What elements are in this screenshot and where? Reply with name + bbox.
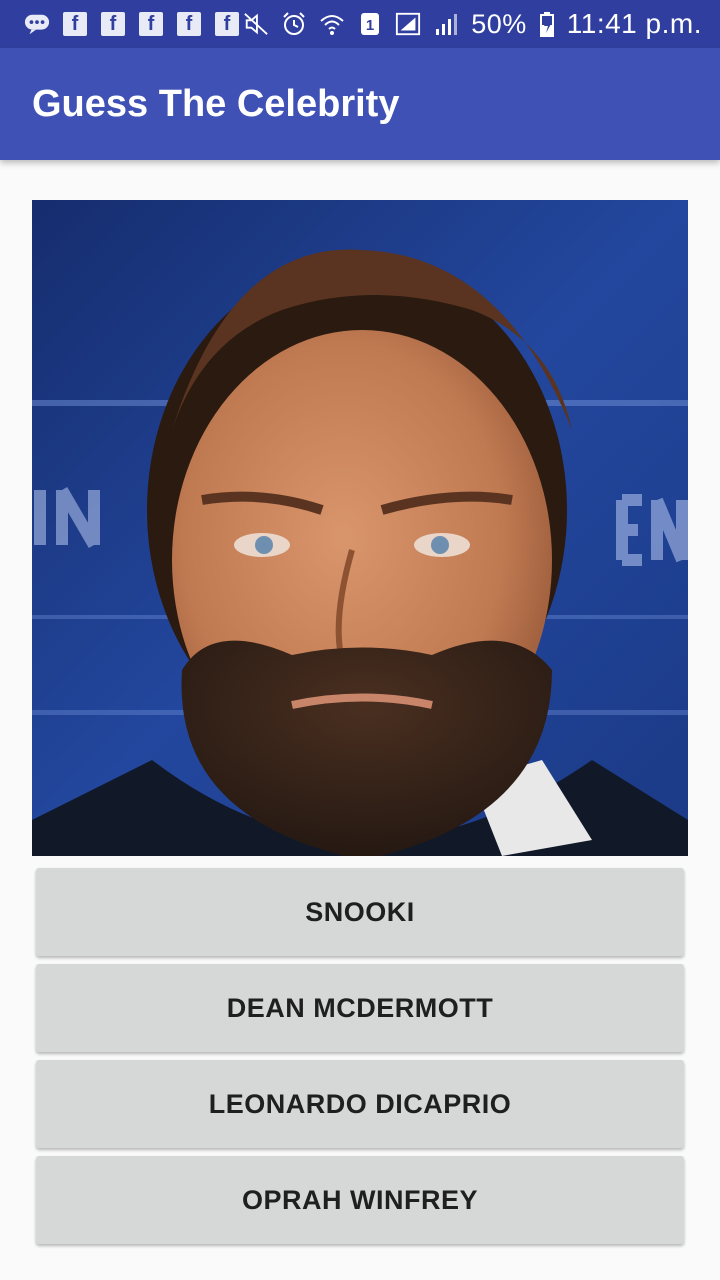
alarm-icon <box>281 11 307 37</box>
answer-button-2[interactable]: DEAN MCDERMOTT <box>36 964 684 1052</box>
battery-percentage: 50% <box>471 8 527 39</box>
system-icons: 1 50% 11:41 p.m. <box>243 8 702 40</box>
answer-button-3[interactable]: LEONARDO DICAPRIO <box>36 1060 684 1148</box>
signal-icon <box>433 11 459 37</box>
facebook-icon: f <box>62 11 88 37</box>
facebook-icon: f <box>214 11 240 37</box>
chat-icon <box>24 11 50 37</box>
clock: 11:41 p.m. <box>566 8 702 39</box>
battery-icon <box>539 11 555 37</box>
answer-button-1[interactable]: SNOOKI <box>36 868 684 956</box>
mute-icon <box>243 11 269 37</box>
wifi-icon <box>319 11 345 37</box>
app-title: Guess The Celebrity <box>32 82 400 125</box>
celebrity-photo <box>32 200 688 856</box>
answer-button-4[interactable]: OPRAH WINFREY <box>36 1156 684 1244</box>
app-bar: Guess The Celebrity <box>0 48 720 160</box>
signal-icon <box>395 11 421 37</box>
answer-buttons: SNOOKI DEAN MCDERMOTT LEONARDO DICAPRIO … <box>36 868 684 1252</box>
svg-text:1: 1 <box>366 17 374 34</box>
facebook-icon: f <box>100 11 126 37</box>
facebook-icon: f <box>176 11 202 37</box>
sim-1-icon: 1 <box>357 11 383 37</box>
facebook-icon: f <box>138 11 164 37</box>
status-bar: f f f f f 1 50% 11:41 p.m. <box>0 0 720 48</box>
notification-icons: f f f f f <box>24 11 240 37</box>
